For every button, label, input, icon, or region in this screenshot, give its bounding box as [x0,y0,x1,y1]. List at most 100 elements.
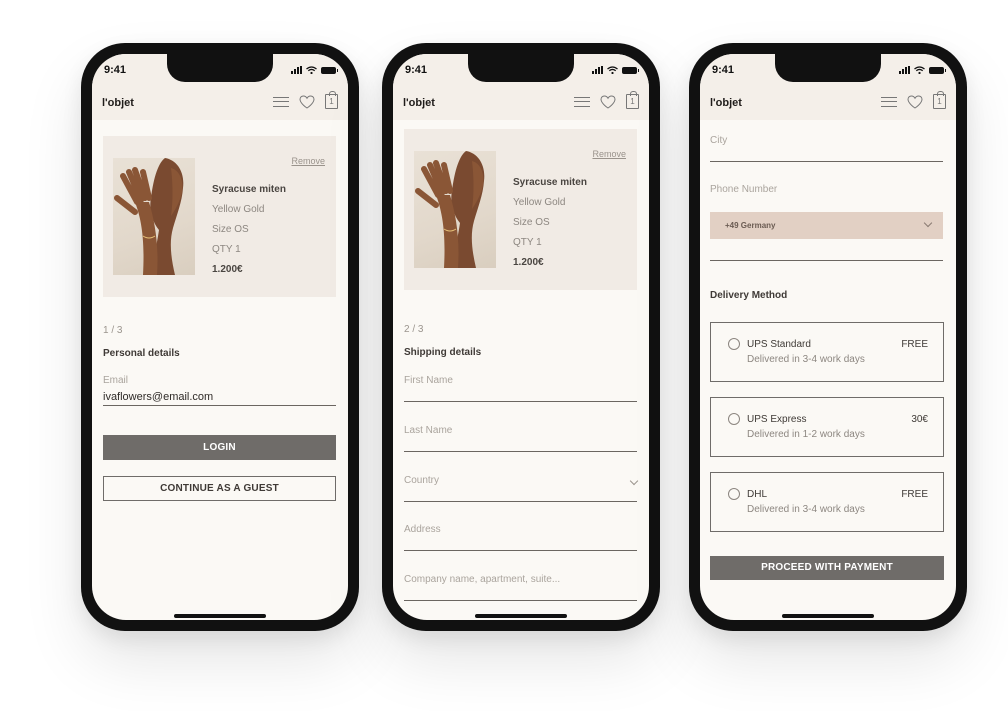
heart-icon[interactable] [299,94,315,109]
wifi-icon [914,66,925,74]
product-material: Yellow Gold [212,204,265,215]
home-indicator [782,614,874,618]
notch [468,54,574,82]
product-size: Size OS [513,217,550,228]
country-label: Country [404,475,440,486]
notch [775,54,881,82]
wifi-icon [306,66,317,74]
radio-button[interactable] [728,488,740,500]
city-label: City [710,135,728,146]
section-title: Personal details [103,348,180,359]
battery-icon [929,66,946,74]
battery-icon [622,66,639,74]
brand-logo[interactable]: l'objet [710,97,742,109]
home-indicator [475,614,567,618]
chevron-down-icon [629,476,639,486]
chevron-down-icon [923,218,933,228]
screen: 9:41 l'objet 1 Remove Syracuse miten Yel… [92,54,348,620]
status-icons [899,66,946,74]
nav-icons: 1 [273,91,338,109]
option-price: FREE [901,339,928,350]
home-indicator [174,614,266,618]
phone-login: 9:41 l'objet 1 Remove Syracuse miten Yel… [81,43,359,631]
option-price: 30€ [911,414,928,425]
last-name-field[interactable]: Last Name [404,425,637,452]
company-label: Company name, apartment, suite... [404,574,561,585]
brand-logo[interactable]: l'objet [102,97,134,109]
remove-link[interactable]: Remove [592,149,626,159]
brand-logo[interactable]: l'objet [403,97,435,109]
menu-icon[interactable] [273,96,289,107]
product-qty: QTY 1 [513,237,542,248]
section-title: Shipping details [404,347,482,358]
country-select[interactable]: Country [404,475,639,502]
remove-link[interactable]: Remove [291,156,325,166]
screen: 9:41 l'objet 1 City Phone Number +49 Ger… [700,54,956,620]
step-indicator: 1 / 3 [103,325,123,336]
product-card: Remove Syracuse miten Yellow Gold Size O… [404,129,637,290]
delivery-option-dhl[interactable]: DHL Delivered in 3-4 work days FREE [710,472,944,532]
address-field[interactable]: Address [404,524,637,551]
phone-country-select[interactable]: +49 Germany [710,212,943,239]
product-qty: QTY 1 [212,244,241,255]
first-name-label: First Name [404,375,453,386]
bag-icon[interactable]: 1 [933,91,946,109]
delivery-option-ups-express[interactable]: UPS Express Delivered in 1-2 work days 3… [710,397,944,457]
option-name: UPS Standard [747,339,811,350]
phone-number-label: Phone Number [710,184,778,195]
product-price: 1.200€ [513,257,544,268]
option-name: UPS Express [747,414,807,425]
nav-icons: 1 [574,91,639,109]
bag-icon[interactable]: 1 [626,91,639,109]
status-icons [291,66,338,74]
first-name-field[interactable]: First Name [404,375,637,402]
heart-icon[interactable] [907,94,923,109]
radio-button[interactable] [728,413,740,425]
email-field[interactable]: ivaflowers@email.com [103,384,336,406]
city-field[interactable]: City [710,135,943,162]
status-time: 9:41 [405,64,428,76]
notch [167,54,273,82]
product-card: Remove Syracuse miten Yellow Gold Size O… [103,136,336,297]
delivery-method-title: Delivery Method [710,290,788,301]
battery-icon [321,66,338,74]
product-name: Syracuse miten [212,184,286,195]
menu-icon[interactable] [881,96,897,107]
signal-icon [291,66,302,74]
option-price: FREE [901,489,928,500]
signal-icon [592,66,603,74]
step-indicator: 2 / 3 [404,324,424,335]
email-value: ivaflowers@email.com [103,391,214,403]
product-image [414,151,496,268]
nav-icons: 1 [881,91,946,109]
option-name: DHL [747,489,768,500]
continue-as-guest-button[interactable]: CONTINUE AS A GUEST [103,476,336,501]
address-label: Address [404,524,441,535]
option-description: Delivered in 1-2 work days [747,429,865,440]
delivery-option-ups-standard[interactable]: UPS Standard Delivered in 3-4 work days … [710,322,944,382]
status-time: 9:41 [104,64,127,76]
phone-country-value: +49 Germany [725,221,776,230]
product-material: Yellow Gold [513,197,566,208]
wifi-icon [607,66,618,74]
login-button[interactable]: LOGIN [103,435,336,460]
menu-icon[interactable] [574,96,590,107]
product-image [113,158,195,275]
last-name-label: Last Name [404,425,453,436]
status-time: 9:41 [712,64,735,76]
option-description: Delivered in 3-4 work days [747,354,865,365]
company-field[interactable]: Company name, apartment, suite... [404,574,637,601]
signal-icon [899,66,910,74]
product-price: 1.200€ [212,264,243,275]
option-description: Delivered in 3-4 work days [747,504,865,515]
bag-icon[interactable]: 1 [325,91,338,109]
product-size: Size OS [212,224,249,235]
heart-icon[interactable] [600,94,616,109]
phone-number-field[interactable] [710,239,943,261]
product-name: Syracuse miten [513,177,587,188]
status-icons [592,66,639,74]
phone-delivery: 9:41 l'objet 1 City Phone Number +49 Ger… [689,43,967,631]
proceed-with-payment-button[interactable]: PROCEED WITH PAYMENT [710,556,944,580]
screen: 9:41 l'objet 1 Remove Syracuse miten Yel… [393,54,649,620]
radio-button[interactable] [728,338,740,350]
